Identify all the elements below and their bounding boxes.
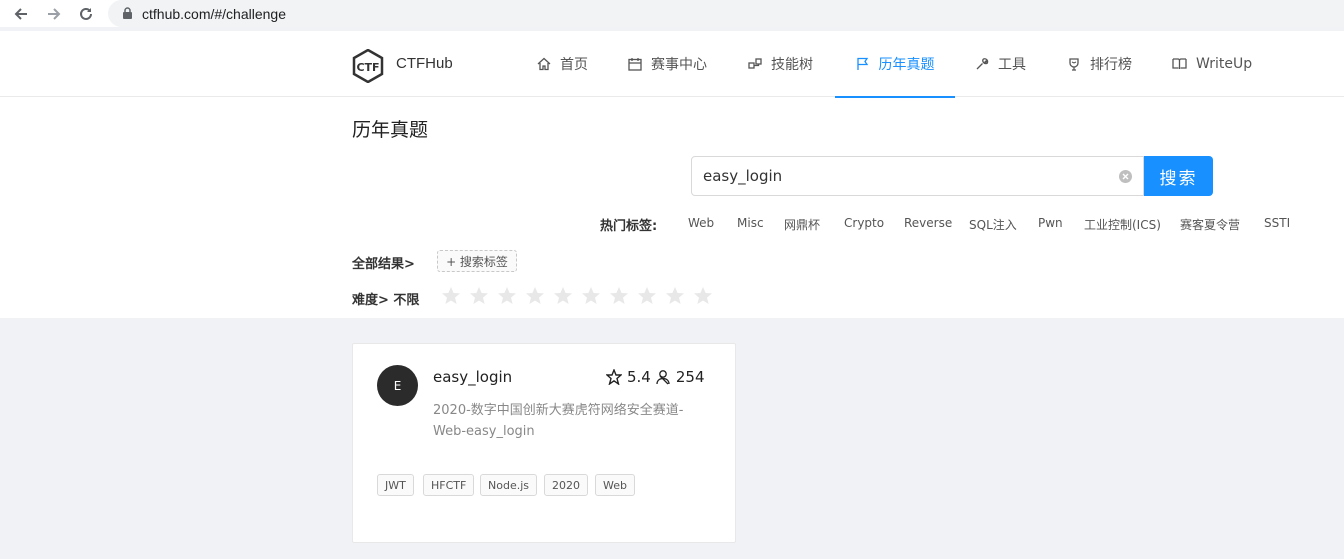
challenge-tag-hfctf[interactable]: HFCTF — [423, 474, 475, 496]
nav-skill-tree[interactable]: 技能树 — [748, 31, 813, 97]
nav-home-label: 首页 — [560, 57, 588, 73]
trophy-icon — [1069, 58, 1079, 71]
logo-text[interactable]: CTFHub — [396, 55, 453, 72]
hot-tag-ics[interactable]: 工业控制(ICS) — [1084, 216, 1161, 233]
nav-writeup-label: WriteUp — [1196, 56, 1253, 72]
back-icon[interactable] — [10, 3, 32, 25]
nav-ranking[interactable]: 排行榜 — [1067, 31, 1132, 97]
nav-events-label: 赛事中心 — [651, 57, 707, 73]
page-title: 历年真题 — [352, 119, 429, 141]
search-button[interactable]: 搜索 — [1144, 156, 1213, 196]
reload-icon[interactable] — [75, 3, 97, 25]
difficulty-star-icon[interactable] — [637, 286, 657, 306]
difficulty-filter[interactable]: 难度> 不限 — [352, 289, 419, 308]
difficulty-star-icon[interactable] — [581, 286, 601, 306]
nav-tools[interactable]: 工具 — [975, 31, 1026, 97]
forward-icon[interactable] — [43, 3, 65, 25]
add-tag-search-button[interactable]: + 搜索标签 — [437, 250, 517, 272]
user-icon — [656, 370, 670, 385]
challenge-stats: 5.4 254 — [606, 368, 705, 386]
ctfhub-logo-icon[interactable]: CTF — [352, 48, 384, 84]
url-text: ctfhub.com/#/challenge — [142, 5, 286, 22]
wrench-icon — [976, 58, 989, 70]
address-bar[interactable]: ctfhub.com/#/challenge — [108, 0, 1344, 27]
top-section: CTF CTFHub 首页 赛事中心 技能树 历年真题 工具 排行榜 Write… — [0, 31, 1344, 318]
site-header: CTF CTFHub 首页 赛事中心 技能树 历年真题 工具 排行榜 Write… — [0, 31, 1344, 98]
nav-past-challenges-label: 历年真题 — [878, 57, 935, 73]
flag-icon — [856, 57, 868, 70]
challenge-solves: 254 — [675, 368, 705, 386]
nav-home[interactable]: 首页 — [537, 31, 588, 97]
hot-tag-crypto[interactable]: Crypto — [844, 216, 884, 230]
difficulty-star-icon[interactable] — [441, 286, 461, 306]
challenge-tag-nodejs[interactable]: Node.js — [480, 474, 537, 496]
avatar: E — [377, 365, 418, 406]
search-box — [691, 156, 1144, 196]
hot-tag-pwn[interactable]: Pwn — [1038, 216, 1063, 230]
challenge-tag-web[interactable]: Web — [595, 474, 635, 496]
hot-tag-web[interactable]: Web — [688, 216, 714, 230]
hot-tag-ssti[interactable]: SSTI — [1264, 216, 1290, 230]
calendar-icon — [628, 58, 642, 71]
browser-toolbar: ctfhub.com/#/challenge — [0, 0, 1344, 27]
clear-icon[interactable] — [1119, 170, 1132, 183]
search-input[interactable] — [703, 157, 1113, 195]
nav-past-challenges[interactable]: 历年真题 — [835, 31, 955, 98]
challenge-tag-jwt[interactable]: JWT — [377, 474, 414, 496]
book-icon — [1172, 58, 1187, 69]
challenge-title[interactable]: easy_login — [433, 368, 512, 386]
difficulty-star-icon[interactable] — [665, 286, 685, 306]
challenge-description: 2020-数字中国创新大赛虎符网络安全赛道-Web-easy_login — [433, 403, 684, 439]
hot-tag-misc[interactable]: Misc — [737, 216, 764, 230]
nav-events[interactable]: 赛事中心 — [628, 31, 707, 97]
hot-tag-sqli[interactable]: SQL注入 — [969, 216, 1017, 233]
hot-tag-wangding[interactable]: 网鼎杯 — [784, 216, 820, 233]
nav-tools-label: 工具 — [998, 57, 1026, 73]
hot-tag-reverse[interactable]: Reverse — [904, 216, 952, 230]
challenge-rating: 5.4 — [627, 368, 651, 386]
hot-tag-camp[interactable]: 赛客夏令营 — [1180, 216, 1240, 233]
difficulty-star-icon[interactable] — [525, 286, 545, 306]
challenge-card[interactable]: E easy_login 5.4 254 2020-数字中国创新大赛虎符网络安全… — [352, 343, 736, 543]
nav-skill-tree-label: 技能树 — [771, 57, 813, 73]
nav-ranking-label: 排行榜 — [1090, 57, 1132, 73]
nav-writeup[interactable]: WriteUp — [1172, 31, 1252, 97]
difficulty-star-icon[interactable] — [693, 286, 713, 306]
difficulty-star-icon[interactable] — [497, 286, 517, 306]
difficulty-star-icon[interactable] — [553, 286, 573, 306]
hot-tags-label: 热门标签: — [600, 219, 658, 234]
tree-icon — [748, 58, 762, 69]
star-icon — [606, 369, 622, 385]
difficulty-star-icon[interactable] — [469, 286, 489, 306]
lock-icon — [120, 7, 134, 21]
challenge-tag-2020[interactable]: 2020 — [544, 474, 588, 496]
difficulty-star-icon[interactable] — [609, 286, 629, 306]
home-icon — [537, 57, 551, 71]
all-results-label[interactable]: 全部结果> — [352, 253, 415, 272]
svg-text:CTF: CTF — [356, 61, 379, 74]
